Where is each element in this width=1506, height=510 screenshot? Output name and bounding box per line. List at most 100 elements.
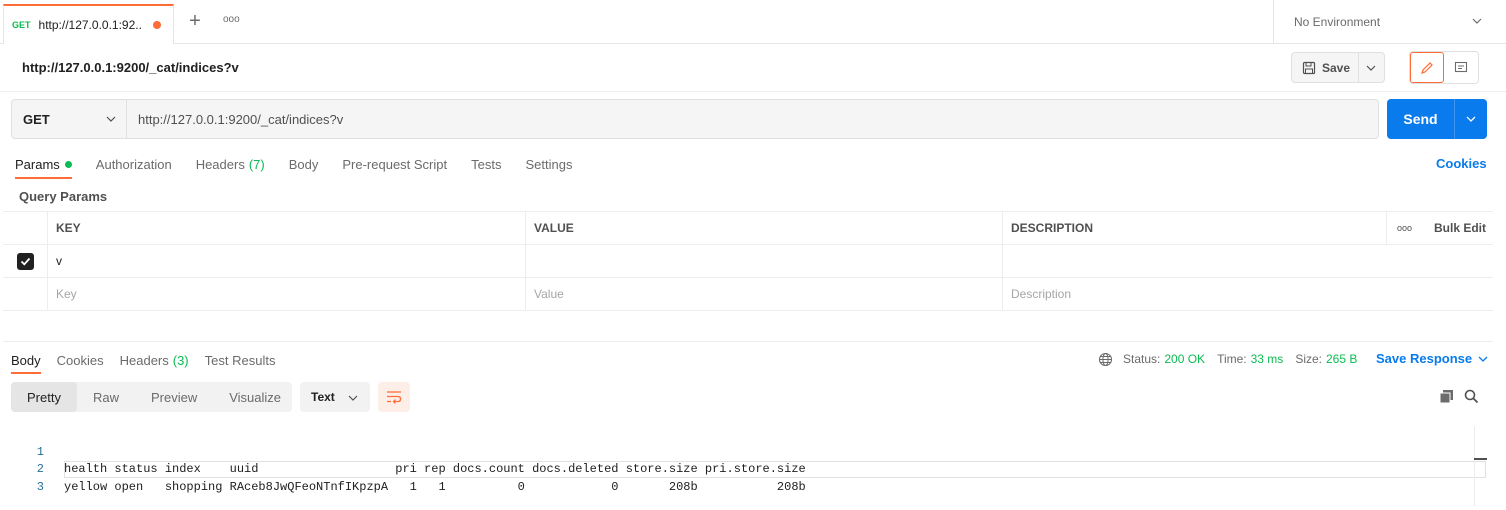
header-key: KEY [47, 212, 525, 244]
tab-body-label: Body [288, 156, 319, 172]
request-tab[interactable]: GET http://127.0.0.1:92... [3, 4, 174, 44]
tab-prerequest-script[interactable]: Pre-request Script [342, 155, 447, 173]
chevron-down-icon [106, 116, 116, 122]
response-tab-test-results[interactable]: Test Results [205, 351, 276, 369]
line-text: yellow open shopping RAceb8JwQFeoNTnfIKp… [64, 479, 806, 494]
response-tab-cookies-label: Cookies [56, 352, 104, 368]
table-row-empty: Key Value Description [3, 278, 1493, 311]
unsaved-dot [152, 21, 161, 29]
scrollbar[interactable] [1474, 426, 1487, 506]
request-name[interactable]: http://127.0.0.1:9200/_cat/indices?v [22, 60, 239, 75]
pencil-icon [1421, 61, 1433, 74]
save-button-group: Save [1291, 52, 1385, 83]
tab-authorization[interactable]: Authorization [96, 155, 172, 173]
response-headers-count: (3) [172, 352, 189, 368]
send-button-group: Send [1387, 99, 1487, 139]
header-check-cell [3, 212, 47, 244]
divider [3, 341, 1493, 342]
tab-params-label: Params [15, 156, 60, 172]
scrollbar-marker [1474, 458, 1487, 460]
url-input[interactable] [127, 100, 1378, 138]
response-tab-headers[interactable]: Headers (3) [120, 351, 189, 369]
row-checkbox[interactable] [3, 245, 47, 277]
save-button[interactable]: Save [1292, 53, 1359, 82]
search-icon[interactable] [1464, 389, 1479, 404]
line-number: 3 [36, 479, 44, 494]
chevron-down-icon [1466, 116, 1476, 122]
tab-params[interactable]: Params [15, 155, 72, 179]
format-label: Text [311, 390, 335, 404]
send-button[interactable]: Send [1387, 99, 1455, 139]
bulk-edit-button[interactable]: Bulk Edit [1422, 212, 1493, 244]
cookies-link[interactable]: Cookies [1436, 156, 1487, 171]
view-pretty[interactable]: Pretty [11, 382, 77, 412]
more-horizontal-icon[interactable]: ooo [1386, 212, 1422, 244]
tab-headers[interactable]: Headers (7) [196, 155, 265, 173]
response-tab-cookies[interactable]: Cookies [57, 351, 104, 369]
response-status-bar: Status: 200 OK Time: 33 ms Size: 265 B [1098, 350, 1357, 368]
divider [0, 91, 1506, 92]
copy-icon[interactable] [1439, 389, 1454, 404]
save-response-button[interactable]: Save Response [1376, 351, 1488, 366]
view-visualize[interactable]: Visualize [213, 382, 297, 412]
view-preview[interactable]: Preview [135, 382, 213, 412]
plus-icon[interactable]: + [186, 11, 204, 31]
param-description-cell[interactable] [1002, 245, 1493, 277]
edit-button[interactable] [1410, 52, 1445, 83]
table-row: v [3, 245, 1493, 278]
tab-bar: GET http://127.0.0.1:92... + ooo No Envi… [0, 0, 1506, 44]
environment-label: No Environment [1294, 15, 1381, 29]
tab-settings-label: Settings [525, 156, 573, 172]
value-placeholder[interactable]: Value [525, 278, 1002, 310]
save-label: Save [1322, 60, 1351, 75]
time-label: Time: [1217, 352, 1247, 366]
empty-check-cell [3, 278, 47, 310]
response-tabs: Body Cookies Headers (3) Test Results [11, 351, 291, 374]
side-panel-toggles [1409, 51, 1479, 84]
header-description: DESCRIPTION [1002, 212, 1386, 244]
chevron-down-icon [348, 395, 358, 401]
more-horizontal-icon[interactable]: ooo [223, 14, 240, 25]
response-body-editor[interactable]: 1 health status index uuid pri rep docs.… [20, 426, 806, 494]
globe-icon[interactable] [1098, 352, 1113, 367]
code-line: 1 health status index uuid pri rep docs.… [20, 426, 806, 477]
send-options-button[interactable] [1455, 99, 1487, 139]
tab-prerequest-label: Pre-request Script [342, 156, 448, 172]
tab-settings[interactable]: Settings [525, 155, 572, 173]
time-value: 33 ms [1250, 352, 1284, 366]
tab-tests[interactable]: Tests [471, 155, 501, 173]
status-label: Status: [1123, 352, 1161, 366]
headers-count: (7) [248, 156, 265, 172]
response-tab-headers-label: Headers [119, 352, 169, 368]
checkmark-icon [16, 252, 34, 270]
status-value: 200 OK [1164, 352, 1206, 366]
format-selector[interactable]: Text [300, 382, 370, 412]
description-placeholder[interactable]: Description [1002, 278, 1493, 310]
comments-button[interactable] [1444, 52, 1478, 83]
tab-tests-label: Tests [471, 156, 502, 172]
response-tab-test-results-label: Test Results [204, 352, 276, 368]
tab-method: GET [12, 20, 31, 30]
table-header-row: KEY VALUE DESCRIPTION ooo Bulk Edit [3, 212, 1493, 245]
params-active-dot [64, 160, 72, 168]
tab-body[interactable]: Body [289, 155, 319, 173]
params-table: KEY VALUE DESCRIPTION ooo Bulk Edit v Ke… [3, 211, 1493, 311]
chevron-down-icon [1472, 18, 1482, 24]
tab-title: http://127.0.0.1:92... [38, 18, 143, 32]
size-label: Size: [1295, 352, 1322, 366]
key-placeholder[interactable]: Key [47, 278, 525, 310]
param-value-cell[interactable] [525, 245, 1002, 277]
header-value: VALUE [525, 212, 1002, 244]
view-raw[interactable]: Raw [77, 382, 135, 412]
code-line: 3 [20, 461, 49, 494]
method-selector[interactable]: GET [12, 100, 127, 138]
tab-authorization-label: Authorization [95, 156, 172, 172]
param-key-cell[interactable]: v [47, 245, 525, 277]
url-bar: GET [11, 99, 1379, 139]
code-line: 2 yellow open shopping RAceb8JwQFeoNTnfI… [20, 444, 806, 494]
save-options-button[interactable] [1359, 63, 1384, 73]
environment-selector[interactable]: No Environment [1273, 0, 1506, 44]
request-tabs: Params Authorization Headers (7) Body Pr… [15, 155, 596, 179]
wrap-lines-button[interactable] [378, 382, 410, 412]
response-tab-body[interactable]: Body [11, 351, 41, 374]
